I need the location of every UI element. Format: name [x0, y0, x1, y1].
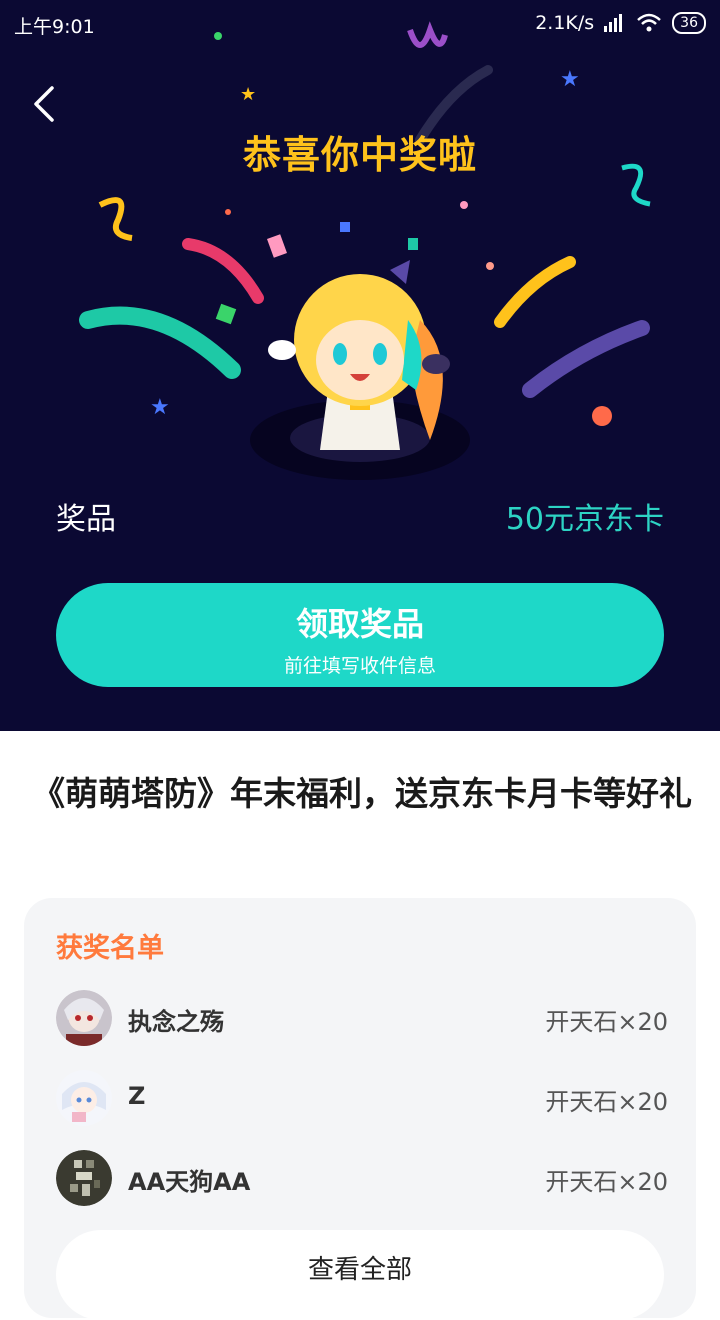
claim-button-subtitle: 前往填写收件信息 [283, 655, 436, 677]
prize-value: 50元京东卡 [505, 502, 664, 537]
winner-prize: 开天石×20 [545, 1168, 668, 1196]
winner-name: AA天狗AA [128, 1168, 251, 1196]
winner-row: 执念之殇 开天石×20 [56, 990, 668, 1046]
avatar [56, 1150, 112, 1206]
signal-icon [604, 14, 623, 32]
winner-prize: 开天石×20 [545, 1008, 668, 1036]
congrats-title: 恭喜你中奖啦 [242, 133, 477, 177]
avatar [56, 1070, 112, 1126]
svg-text:★: ★ [150, 395, 170, 420]
battery-icon: 36 [672, 12, 706, 34]
winner-row: Z 开天石×20 [56, 1070, 668, 1126]
claim-prize-button[interactable]: 领取奖品 前往填写收件信息 [56, 583, 664, 687]
hero-banner: ★ ★ ★ 上午9:01 2.1K/s 36 恭喜你中奖啦 奖品 50元京东卡 … [0, 0, 720, 731]
prize-label: 奖品 [56, 502, 116, 537]
winner-prize: 开天石×20 [545, 1088, 668, 1116]
winners-heading: 获奖名单 [56, 933, 164, 964]
status-bar: 上午9:01 2.1K/s 36 [0, 0, 720, 48]
svg-text:★: ★ [240, 84, 256, 105]
avatar [56, 990, 112, 1046]
view-all-button[interactable]: 查看全部 [56, 1230, 664, 1320]
winner-row: AA天狗AA 开天石×20 [56, 1150, 668, 1206]
mascot-illustration [250, 260, 470, 480]
status-indicators: 2.1K/s 36 [535, 12, 706, 34]
winners-card: 获奖名单 执念之殇 开天石×20 Z 开天石×20 AA天狗AA 开天石×20 … [24, 898, 696, 1320]
back-button[interactable] [28, 82, 64, 126]
status-time: 上午9:01 [14, 16, 95, 38]
wifi-icon [637, 13, 662, 32]
winner-name: Z [128, 1082, 146, 1110]
winner-name: 执念之殇 [128, 1008, 224, 1036]
claim-button-title: 领取奖品 [295, 605, 424, 643]
event-title: 《萌萌塔防》年末福利，送京东卡月卡等好礼 [32, 774, 692, 813]
svg-text:★: ★ [560, 67, 580, 92]
network-speed: 2.1K/s [535, 12, 595, 34]
back-icon [34, 86, 54, 122]
